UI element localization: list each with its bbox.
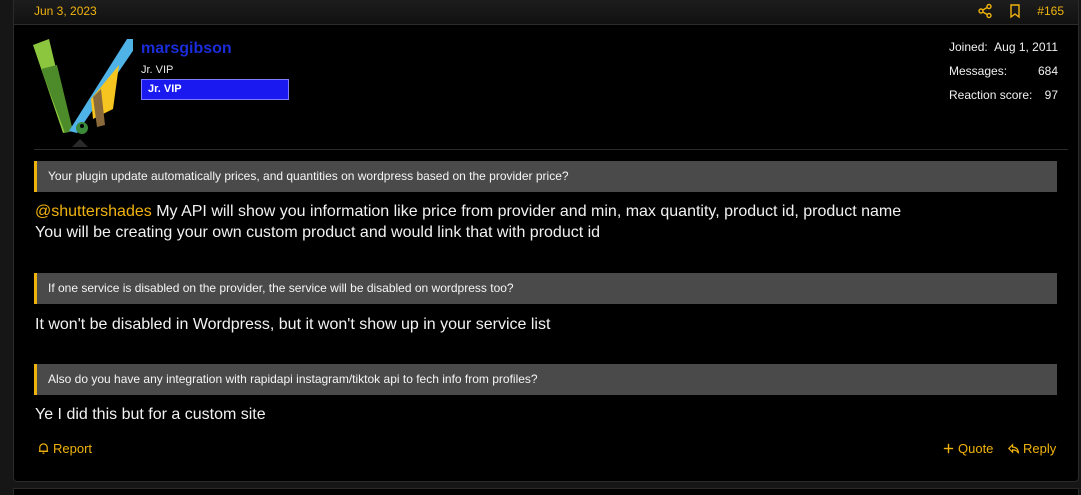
share-icon[interactable] (977, 3, 993, 19)
message-text: It won't be disabled in Wordpress, but i… (35, 316, 551, 333)
avatar-pointer (72, 139, 88, 147)
stat-reaction-score: Reaction score: 97 (949, 88, 1058, 112)
divider (34, 149, 1068, 150)
message-text: Ye I did this but for a custom site (35, 406, 266, 423)
username-link[interactable]: marsgibson (141, 40, 232, 58)
quote-block[interactable]: Also do you have any integration with ra… (34, 364, 1057, 395)
stat-joined: Joined: Aug 1, 2011 (949, 40, 1058, 64)
next-post-edge (13, 488, 1079, 495)
stat-value: 684 (1037, 64, 1058, 78)
stat-value: Aug 1, 2011 (994, 40, 1058, 54)
report-label: Report (53, 441, 93, 456)
reply-button[interactable]: Reply (1007, 441, 1056, 456)
quote-label: Quote (958, 441, 994, 456)
post-date[interactable]: Jun 3, 2023 (34, 4, 97, 18)
stat-label: Joined: (949, 40, 988, 54)
avatar[interactable] (33, 39, 141, 139)
user-title: Jr. VIP (141, 64, 174, 76)
quote-block[interactable]: Your plugin update automatically prices,… (34, 161, 1057, 192)
message-line: You will be creating your own custom pro… (35, 224, 601, 241)
user-banner: Jr. VIP (141, 79, 289, 100)
quote-button[interactable]: Quote (942, 441, 993, 456)
message-line: My API will show you information like pr… (151, 203, 902, 220)
reply-label: Reply (1023, 441, 1057, 456)
stat-label: Messages: (949, 64, 1008, 78)
post-header: Jun 3, 2023 #165 (14, 0, 1078, 25)
message-text: @shuttershades My API will show you info… (35, 201, 901, 243)
user-stats: Joined: Aug 1, 2011 Messages: 684 Reacti… (949, 40, 1058, 112)
user-mention-link[interactable]: @shuttershades (35, 203, 152, 220)
quote-block[interactable]: If one service is disabled on the provid… (34, 273, 1057, 304)
forum-post: Jun 3, 2023 #165 marsgibson Jr. VIP Jr. … (13, 0, 1079, 482)
post-header-actions: #165 (977, 3, 1064, 19)
report-button[interactable]: Report (37, 441, 92, 456)
stat-label: Reaction score: (949, 88, 1033, 102)
bookmark-icon[interactable] (1007, 3, 1023, 19)
plus-icon (943, 443, 954, 454)
reply-icon (1008, 443, 1020, 454)
stat-messages: Messages: 684 (949, 64, 1058, 88)
bell-icon (38, 443, 49, 454)
post-number-link[interactable]: #165 (1037, 4, 1064, 18)
stat-value: 97 (1044, 88, 1058, 102)
